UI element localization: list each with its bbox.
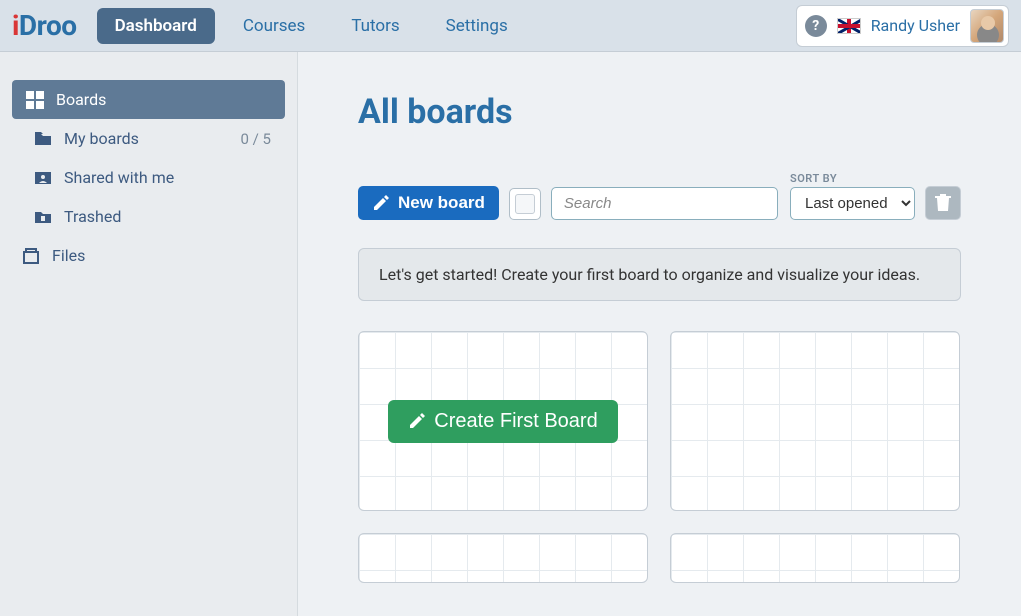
trash-icon (934, 194, 952, 212)
new-board-label: New board (398, 193, 485, 213)
folder-icon (34, 130, 52, 148)
boards-grid: Create First Board (358, 331, 961, 583)
sort-by-label: SORT BY (790, 172, 915, 185)
user-name: Randy Usher (871, 16, 960, 35)
sidebar-item-label: Trashed (64, 207, 121, 226)
new-board-button[interactable]: New board (358, 186, 499, 220)
sidebar-item-my-boards[interactable]: My boards 0 / 5 (12, 119, 285, 158)
page-title: All boards (358, 92, 961, 132)
logo-rest: Droo (19, 9, 77, 42)
edit-icon (372, 194, 390, 212)
board-tile-create: Create First Board (358, 331, 648, 511)
main-content: All boards New board SORT BY Last opened (298, 52, 1021, 616)
toolbar: New board SORT BY Last opened (358, 172, 961, 220)
nav-courses[interactable]: Courses (225, 8, 323, 44)
sort-block: SORT BY Last opened (790, 172, 915, 220)
avatar[interactable] (970, 9, 1004, 43)
sort-select[interactable]: Last opened (790, 187, 915, 220)
help-icon[interactable]: ? (805, 15, 827, 37)
sidebar-item-trashed[interactable]: Trashed (12, 197, 285, 236)
board-tile-empty[interactable] (670, 331, 960, 511)
sidebar-item-label: Shared with me (64, 168, 174, 187)
search-input[interactable] (551, 187, 778, 220)
nav-dashboard[interactable]: Dashboard (97, 8, 215, 44)
sidebar-item-label: Boards (56, 90, 106, 109)
nav-settings[interactable]: Settings (428, 8, 526, 44)
files-icon (22, 247, 40, 265)
boards-icon (26, 91, 44, 109)
nav-tutors[interactable]: Tutors (333, 8, 417, 44)
sidebar-item-shared[interactable]: Shared with me (12, 158, 285, 197)
shared-icon (34, 169, 52, 187)
logo[interactable]: iDroo (12, 9, 77, 42)
board-tile-empty[interactable] (670, 533, 960, 583)
select-all-checkbox[interactable] (509, 188, 541, 220)
sidebar-item-label: Files (52, 246, 85, 265)
sidebar-item-label: My boards (64, 129, 139, 148)
sidebar-item-files[interactable]: Files (12, 236, 285, 275)
my-boards-count: 0 / 5 (241, 130, 272, 148)
sidebar: Boards My boards 0 / 5 Shared with me T (0, 52, 298, 616)
flag-icon[interactable] (837, 18, 861, 34)
user-box[interactable]: ? Randy Usher (796, 5, 1009, 47)
sidebar-item-boards[interactable]: Boards (12, 80, 285, 119)
info-banner: Let's get started! Create your first boa… (358, 248, 961, 301)
board-tile-empty[interactable] (358, 533, 648, 583)
trash-button[interactable] (925, 186, 961, 220)
logo-i: i (12, 9, 19, 42)
edit-icon (408, 412, 426, 430)
top-bar: iDroo Dashboard Courses Tutors Settings … (0, 0, 1021, 52)
create-first-label: Create First Board (434, 410, 597, 433)
main-nav: Dashboard Courses Tutors Settings (97, 8, 526, 44)
create-first-board-button[interactable]: Create First Board (388, 400, 617, 443)
trash-folder-icon (34, 208, 52, 226)
